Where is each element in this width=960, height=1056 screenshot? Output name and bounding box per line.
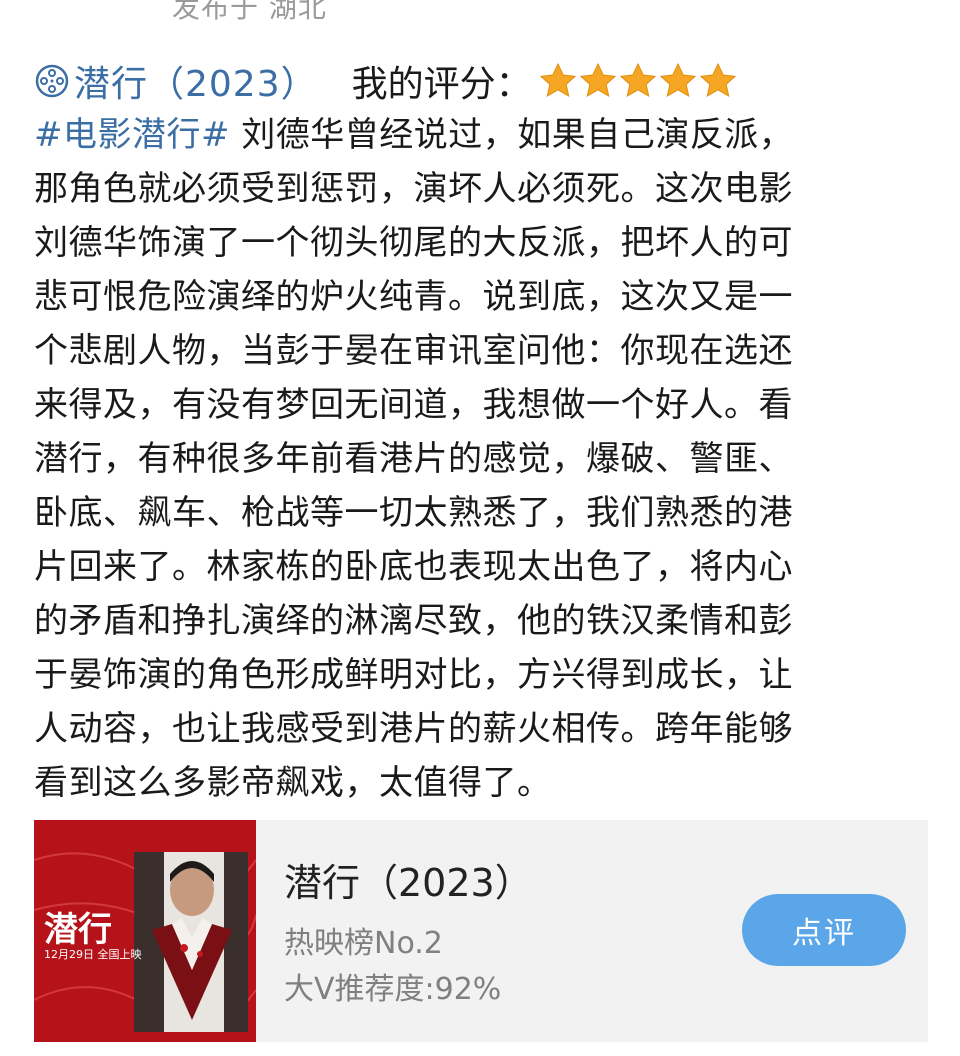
post-line: 悲可恨危险演绎的炉火纯青。说到底，这次又是一 xyxy=(34,277,793,317)
hot-list-rank: 热映榜No.2 xyxy=(284,926,443,961)
movie-card[interactable]: 潜行 12月29日 全国上映 潜行（2023） 热映榜No.2 大V推荐度:92… xyxy=(34,820,928,1042)
poster-date: 12月29日 全国上映 xyxy=(44,948,142,961)
star-icon xyxy=(699,62,736,97)
post-line: 刘德华饰演了一个彻头彻尾的大反派，把坏人的可 xyxy=(34,223,793,263)
star-icon xyxy=(619,62,656,97)
recommend-score: 大V推荐度:92% xyxy=(284,972,502,1007)
hashtag-link[interactable]: #电影潜行# xyxy=(34,115,230,155)
post-line: 卧底、飙车、枪战等一切太熟悉了，我们熟悉的港 xyxy=(34,493,793,533)
score-label: 我的评分： xyxy=(351,64,532,105)
rating-line: 潜行（2023） 我的评分： xyxy=(34,56,738,106)
post-line: 片回来了。林家栋的卧底也表现太出色了，将内心 xyxy=(34,547,793,587)
movie-link[interactable]: 潜行（2023） xyxy=(74,55,318,107)
post-line: 潜行，有种很多年前看港片的感觉，爆破、警匪、 xyxy=(34,439,793,479)
post-location: 发布于 湖北 xyxy=(172,0,327,24)
post-line: 的矛盾和挣扎演绎的淋漓尽致，他的铁汉柔情和彭 xyxy=(34,601,793,641)
card-title[interactable]: 潜行（2023） xyxy=(284,852,533,907)
star-icon xyxy=(659,62,696,97)
star-rating xyxy=(538,61,738,101)
movie-poster[interactable]: 潜行 12月29日 全国上映 xyxy=(34,820,256,1042)
post-line-text: 刘德华曾经说过，如果自己演反派， xyxy=(229,115,794,155)
star-icon xyxy=(539,62,576,97)
star-icon xyxy=(579,62,616,97)
post-line: 人动容，也让我感受到港片的薪火相传。跨年能够 xyxy=(34,709,793,749)
post-line: 那角色就必须受到惩罚，演坏人必须死。这次电影 xyxy=(34,169,793,209)
post-line: 个悲剧人物，当彭于晏在审讯室问他：你现在选还 xyxy=(34,331,793,371)
review-button[interactable]: 点评 xyxy=(742,894,906,966)
post-line: 于晏饰演的角色形成鲜明对比，方兴得到成长，让 xyxy=(34,655,793,695)
poster-title: 潜行 xyxy=(44,910,112,950)
film-reel-icon xyxy=(35,64,69,98)
post-body: #电影潜行# 刘德华曾经说过，如果自己演反派， 那角色就必须受到惩罚，演坏人必须… xyxy=(34,108,934,810)
post-line: 来得及，有没有梦回无间道，我想做一个好人。看 xyxy=(34,385,793,425)
post-line: 看到这么多影帝飙戏，太值得了。 xyxy=(34,763,552,803)
post-line: #电影潜行# 刘德华曾经说过，如果自己演反派， xyxy=(34,108,934,162)
